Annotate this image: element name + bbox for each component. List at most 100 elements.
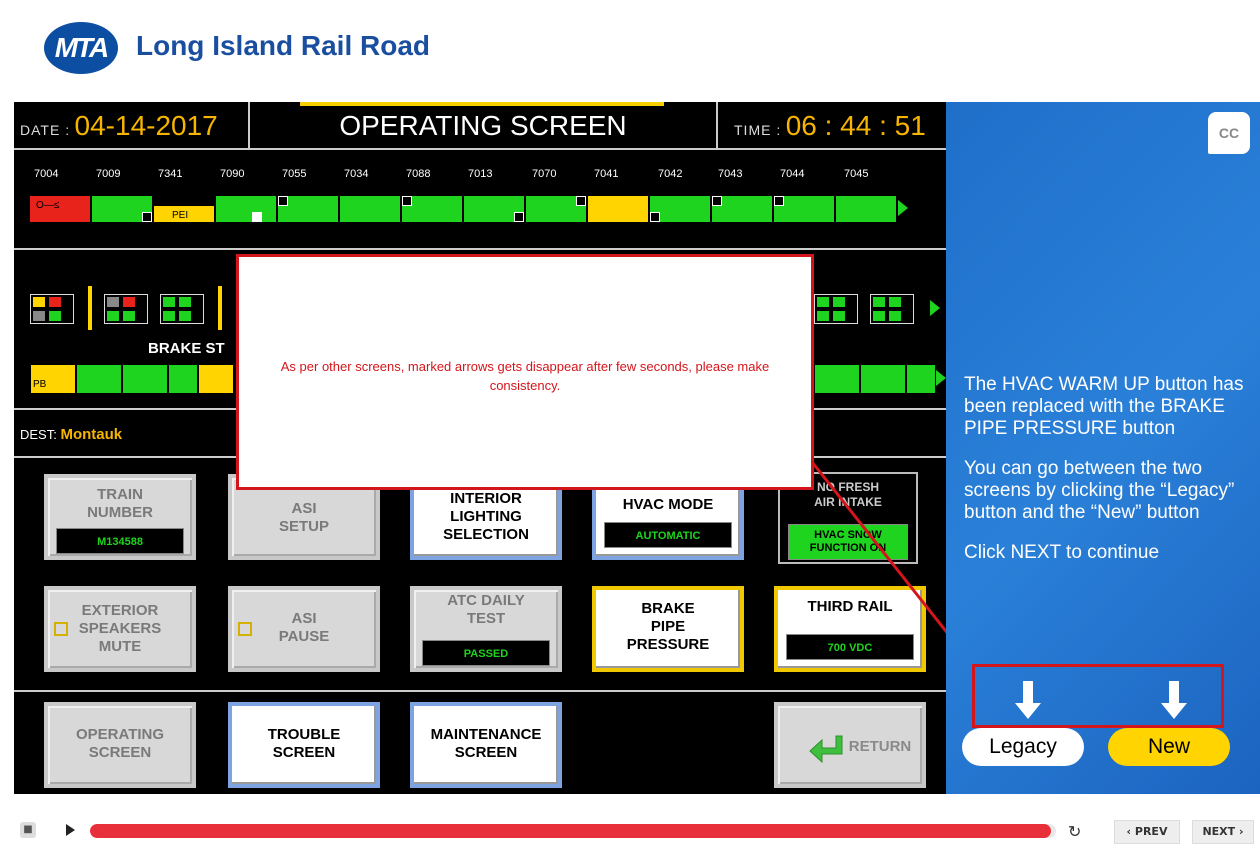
trouble-screen-label: TROUBLE SCREEN [267, 726, 341, 761]
return-label: RETURN [848, 738, 912, 755]
dest-value: Montauk [60, 426, 123, 443]
divider [14, 690, 946, 692]
status-cell [30, 294, 74, 324]
brake-status-label: BRAKE ST [148, 340, 225, 357]
instruction-panel: CC The HVAC WARM UP button has been repl… [946, 102, 1260, 794]
prev-button[interactable]: ‹ PREV [1114, 820, 1180, 844]
screen-title: OPERATING SCREEN [339, 110, 627, 141]
instruction-paragraph: You can go between the two screens by cl… [964, 458, 1235, 523]
brake-cell [814, 364, 860, 394]
exterior-speakers-mute-button[interactable]: EXTERIOR SPEAKERS MUTE [44, 586, 196, 672]
time-value: 06 : 44 : 51 [785, 110, 926, 141]
interior-lighting-label: INTERIOR LIGHTING SELECTION [443, 490, 529, 543]
asi-pause-label: ASI PAUSE [278, 610, 330, 645]
mta-logo: MTA [44, 22, 118, 74]
down-arrow-icon [1015, 681, 1041, 719]
car-7090[interactable] [214, 194, 278, 224]
brake-cell [122, 364, 168, 394]
atc-daily-test-button[interactable]: ATC DAILY TEST PASSED [410, 586, 562, 672]
car-7042[interactable] [648, 194, 712, 224]
volume-icon[interactable]: ■ [20, 822, 36, 838]
operating-screen-button[interactable]: OPERATING SCREEN [44, 702, 196, 788]
brake-pipe-pressure-button[interactable]: BRAKE PIPE PRESSURE [592, 586, 744, 672]
car-number: 7044 [780, 168, 805, 180]
progress-fill [90, 824, 1052, 838]
car-7044[interactable] [772, 194, 836, 224]
annotation-highlight-box [972, 664, 1224, 728]
dest-label: DEST: [20, 427, 57, 442]
car-number: 7004 [34, 168, 59, 180]
exterior-speakers-label: EXTERIOR SPEAKERS MUTE [78, 602, 162, 655]
progress-bar[interactable] [90, 824, 1056, 838]
status-cell [870, 294, 914, 324]
checkbox-icon [54, 622, 68, 636]
time-display: TIME : 06 : 44 : 51 [716, 102, 946, 150]
maintenance-screen-button[interactable]: MAINTENANCE SCREEN [410, 702, 562, 788]
car-7088[interactable] [400, 194, 464, 224]
instruction-paragraph: The HVAC WARM UP button has been replace… [964, 374, 1244, 439]
brake-cell [168, 364, 198, 394]
maintenance-screen-label: MAINTENANCE SCREEN [430, 726, 542, 761]
third-rail-label: THIRD RAIL [807, 598, 893, 615]
status-cell [160, 294, 204, 324]
date-value: 04-14-2017 [74, 110, 218, 141]
divider [14, 248, 946, 250]
hvac-snow-indicator: HVAC SNOW FUNCTION ON [788, 524, 908, 560]
car-number: 7009 [96, 168, 121, 180]
third-rail-button[interactable]: THIRD RAIL 700 VDC [774, 586, 926, 672]
closed-caption-button[interactable]: CC [1208, 112, 1250, 154]
yellow-separator [218, 286, 222, 330]
car-consist: 7004 7009 7341 7090 7055 7034 7088 7013 … [28, 168, 946, 224]
car-7004[interactable]: O—≤ [28, 194, 92, 224]
car-number: 7341 [158, 168, 183, 180]
instruction-text: The HVAC WARM UP button has been replace… [964, 374, 1254, 582]
operating-screen-label: OPERATING SCREEN [75, 726, 165, 761]
date-label: DATE : [20, 122, 71, 138]
train-number-button[interactable]: TRAIN NUMBER M134588 [44, 474, 196, 560]
car-number: 7043 [718, 168, 743, 180]
hvac-mode-value: AUTOMATIC [604, 522, 732, 548]
down-arrow-icon [1161, 681, 1187, 719]
direction-arrow-icon [930, 300, 940, 316]
car-7041[interactable] [586, 194, 650, 224]
review-comment-popup: As per other screens, marked arrows gets… [236, 254, 814, 490]
key-icon: O—≤ [36, 200, 60, 211]
car-7009[interactable] [90, 194, 154, 224]
trouble-screen-button[interactable]: TROUBLE SCREEN [228, 702, 380, 788]
car-7013[interactable] [462, 194, 526, 224]
status-cell [814, 294, 858, 324]
next-button[interactable]: NEXT › [1192, 820, 1254, 844]
atc-daily-test-label: ATC DAILY TEST [447, 592, 525, 627]
car-7341[interactable]: PEI [152, 204, 216, 224]
play-icon[interactable] [66, 824, 75, 836]
return-button[interactable]: RETURN [774, 702, 926, 788]
car-7070[interactable] [524, 194, 588, 224]
asi-setup-label: ASI SETUP [278, 500, 329, 535]
car-number: 7090 [220, 168, 245, 180]
car-7045[interactable] [834, 194, 898, 224]
new-button[interactable]: New [1108, 728, 1230, 766]
review-comment-text: As per other screens, marked arrows gets… [280, 359, 770, 393]
legacy-button[interactable]: Legacy [962, 728, 1084, 766]
asi-pause-button[interactable]: ASI PAUSE [228, 586, 380, 672]
hvac-mode-label: HVAC MODE [622, 496, 714, 513]
car-7043[interactable] [710, 194, 774, 224]
atc-test-value: PASSED [422, 640, 550, 666]
car-number: 7042 [658, 168, 683, 180]
status-cell [104, 294, 148, 324]
brake-pipe-label: BRAKE PIPE PRESSURE [626, 600, 710, 653]
date-display: DATE : 04-14-2017 [14, 102, 250, 150]
brake-cell [76, 364, 122, 394]
pb-tag: PB [33, 379, 47, 390]
direction-arrow-icon [936, 370, 946, 386]
brake-cell [198, 364, 234, 394]
brake-cell: PB [30, 364, 76, 394]
checkbox-icon [238, 622, 252, 636]
return-arrow-icon [809, 735, 843, 764]
third-rail-value: 700 VDC [786, 634, 914, 660]
brake-cell [906, 364, 936, 394]
car-7055[interactable] [276, 194, 340, 224]
car-7034[interactable] [338, 194, 402, 224]
pei-tag: PEI [172, 210, 189, 221]
replay-icon[interactable]: ↻ [1068, 822, 1081, 841]
